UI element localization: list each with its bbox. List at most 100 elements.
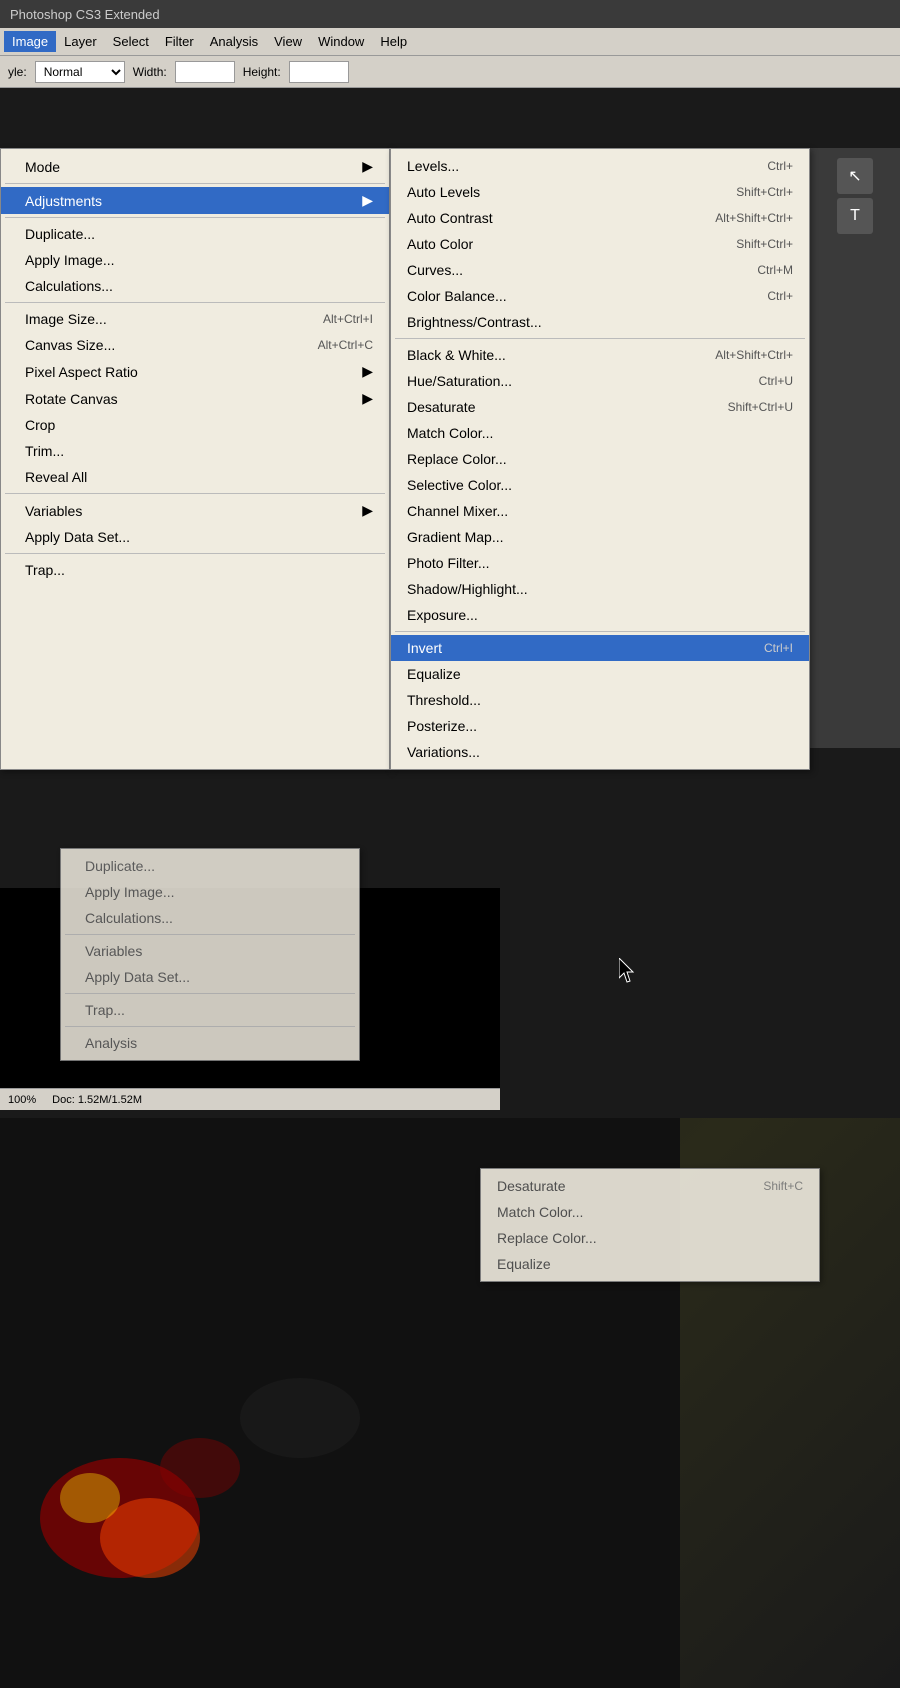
adj-item-photo-filter[interactable]: Photo Filter... (391, 550, 809, 576)
adjustments-menu: Levels... Ctrl+ Auto Levels Shift+Ctrl+ … (390, 148, 810, 770)
menu-item-rotate-canvas-label: Rotate Canvas (25, 391, 118, 407)
height-input[interactable] (289, 61, 349, 83)
menu-item-reveal-all[interactable]: Reveal All (1, 464, 389, 490)
menu-item-canvas-size-label: Canvas Size... (25, 337, 115, 353)
sep-5 (5, 553, 385, 554)
ghost-item-apply-image: Apply Image... (61, 879, 359, 905)
ghost-adj-replace-color: Replace Color... (481, 1225, 819, 1251)
menu-item-trap[interactable]: Trap... (1, 557, 389, 583)
doc-info: Doc: 1.52M/1.52M (52, 1094, 142, 1106)
adj-item-auto-levels[interactable]: Auto Levels Shift+Ctrl+ (391, 179, 809, 205)
adj-item-black-white-shortcut: Alt+Shift+Ctrl+ (715, 348, 793, 362)
adj-item-shadow-highlight[interactable]: Shadow/Highlight... (391, 576, 809, 602)
adj-item-levels[interactable]: Levels... Ctrl+ (391, 153, 809, 179)
right-panel: ↖ T (810, 148, 900, 748)
adj-item-curves-shortcut: Ctrl+M (757, 263, 793, 277)
menu-bar: Image Layer Select Filter Analysis View … (0, 28, 900, 56)
menu-item-crop[interactable]: Crop (1, 412, 389, 438)
style-select[interactable]: Normal (35, 61, 125, 83)
menu-item-canvas-size[interactable]: Canvas Size... Alt+Ctrl+C (1, 332, 389, 358)
adj-item-threshold[interactable]: Threshold... (391, 687, 809, 713)
style-label: yle: (8, 65, 27, 79)
menu-view[interactable]: View (266, 31, 310, 52)
adj-item-desaturate-shortcut: Shift+Ctrl+U (728, 400, 793, 414)
adj-item-exposure[interactable]: Exposure... (391, 602, 809, 628)
adj-item-brightness-contrast[interactable]: Brightness/Contrast... (391, 309, 809, 335)
menu-item-pixel-aspect-ratio-arrow: ▶ (362, 363, 373, 380)
adj-item-replace-color[interactable]: Replace Color... (391, 446, 809, 472)
adj-item-hue-saturation[interactable]: Hue/Saturation... Ctrl+U (391, 368, 809, 394)
adj-item-selective-color-label: Selective Color... (407, 477, 512, 493)
adj-item-auto-levels-label: Auto Levels (407, 184, 480, 200)
ghost-adj-match-color: Match Color... (481, 1199, 819, 1225)
menu-help[interactable]: Help (372, 31, 415, 52)
menu-analysis[interactable]: Analysis (202, 31, 266, 52)
menu-filter[interactable]: Filter (157, 31, 202, 52)
adj-item-channel-mixer[interactable]: Channel Mixer... (391, 498, 809, 524)
menu-item-mode-arrow: ▶ (362, 158, 373, 175)
menu-image[interactable]: Image (4, 31, 56, 52)
adj-item-photo-filter-label: Photo Filter... (407, 555, 489, 571)
menu-item-variables[interactable]: Variables ▶ (1, 497, 389, 524)
adj-item-color-balance[interactable]: Color Balance... Ctrl+ (391, 283, 809, 309)
adj-item-variations[interactable]: Variations... (391, 739, 809, 765)
adj-item-desaturate[interactable]: Desaturate Shift+Ctrl+U (391, 394, 809, 420)
menu-item-apply-data-set[interactable]: Apply Data Set... (1, 524, 389, 550)
adj-item-invert[interactable]: Invert Ctrl+I (391, 635, 809, 661)
adj-item-curves[interactable]: Curves... Ctrl+M (391, 257, 809, 283)
adj-item-equalize-label: Equalize (407, 666, 461, 682)
adj-item-shadow-highlight-label: Shadow/Highlight... (407, 581, 528, 597)
adj-item-match-color[interactable]: Match Color... (391, 420, 809, 446)
adj-item-black-white[interactable]: Black & White... Alt+Shift+Ctrl+ (391, 342, 809, 368)
adj-item-selective-color[interactable]: Selective Color... (391, 472, 809, 498)
menu-layer[interactable]: Layer (56, 31, 105, 52)
adj-item-invert-label: Invert (407, 640, 442, 656)
adj-item-equalize[interactable]: Equalize (391, 661, 809, 687)
menu-item-mode-label: Mode (25, 159, 60, 175)
zoom-level: 100% (8, 1094, 36, 1106)
menu-item-image-size[interactable]: Image Size... Alt+Ctrl+I (1, 306, 389, 332)
sep-1 (5, 183, 385, 184)
toolbar: yle: Normal Width: Height: (0, 56, 900, 88)
menu-item-rotate-canvas[interactable]: Rotate Canvas ▶ (1, 385, 389, 412)
menu-item-apply-image[interactable]: Apply Image... (1, 247, 389, 273)
ghost-adj-desaturate: Desaturate Shift+C (481, 1173, 819, 1199)
menu-item-calculations[interactable]: Calculations... (1, 273, 389, 299)
adj-item-posterize[interactable]: Posterize... (391, 713, 809, 739)
menu-item-adjustments[interactable]: Adjustments ▶ (1, 187, 389, 214)
menu-item-trim[interactable]: Trim... (1, 438, 389, 464)
menu-item-variables-label: Variables (25, 503, 82, 519)
menu-item-trap-label: Trap... (25, 562, 65, 578)
menu-item-pixel-aspect-ratio[interactable]: Pixel Aspect Ratio ▶ (1, 358, 389, 385)
adj-item-auto-contrast[interactable]: Auto Contrast Alt+Shift+Ctrl+ (391, 205, 809, 231)
panel-icon-text[interactable]: T (837, 198, 873, 234)
menu-item-pixel-aspect-ratio-label: Pixel Aspect Ratio (25, 364, 138, 380)
menu-item-adjustments-label: Adjustments (25, 193, 102, 209)
adj-item-exposure-label: Exposure... (407, 607, 478, 623)
width-label: Width: (133, 65, 167, 79)
ghost-item-duplicate: Duplicate... (61, 853, 359, 879)
menu-window[interactable]: Window (310, 31, 372, 52)
image-menu: Mode ▶ Adjustments ▶ Duplicate... Apply … (0, 148, 390, 770)
adj-item-gradient-map[interactable]: Gradient Map... (391, 524, 809, 550)
adj-item-hue-saturation-label: Hue/Saturation... (407, 373, 512, 389)
menu-item-variables-arrow: ▶ (362, 502, 373, 519)
ghost-menu: Duplicate... Apply Image... Calculations… (60, 848, 360, 1061)
adj-sep-2 (395, 631, 805, 632)
adj-item-auto-color[interactable]: Auto Color Shift+Ctrl+ (391, 231, 809, 257)
menu-item-crop-label: Crop (25, 417, 55, 433)
adj-item-variations-label: Variations... (407, 744, 480, 760)
menu-item-calculations-label: Calculations... (25, 278, 113, 294)
adj-item-threshold-label: Threshold... (407, 692, 481, 708)
title-bar: Photoshop CS3 Extended (0, 0, 900, 28)
menu-item-duplicate[interactable]: Duplicate... (1, 221, 389, 247)
menu-item-mode[interactable]: Mode ▶ (1, 153, 389, 180)
adj-item-invert-shortcut: Ctrl+I (764, 641, 793, 655)
menu-select[interactable]: Select (105, 31, 157, 52)
panel-icon-cursor[interactable]: ↖ (837, 158, 873, 194)
ghost-item-trap: Trap... (61, 997, 359, 1023)
height-label: Height: (243, 65, 281, 79)
menu-item-image-size-shortcut: Alt+Ctrl+I (323, 312, 373, 326)
ghost-item-apply-dataset: Apply Data Set... (61, 964, 359, 990)
width-input[interactable] (175, 61, 235, 83)
